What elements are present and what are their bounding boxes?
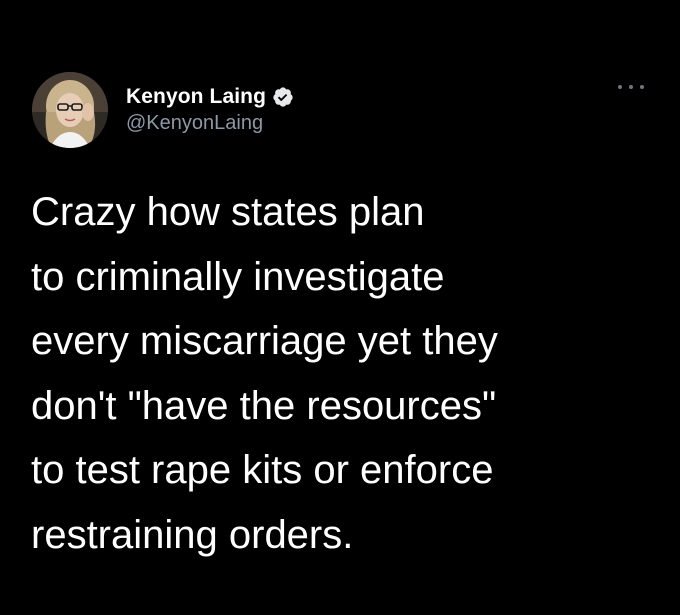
- author-names: Kenyon Laing @KenyonLaing: [126, 85, 294, 135]
- more-horizontal-icon[interactable]: [618, 82, 644, 92]
- profile-photo-icon: [32, 72, 108, 148]
- more-dot: [618, 85, 622, 89]
- more-dot: [629, 85, 633, 89]
- tweet-text: Crazy how states plan to criminally inve…: [31, 180, 661, 567]
- display-name-row: Kenyon Laing: [126, 85, 294, 109]
- display-name[interactable]: Kenyon Laing: [126, 85, 266, 109]
- avatar[interactable]: [32, 72, 108, 148]
- tweet-text-line: restraining orders.: [31, 512, 354, 557]
- tweet-text-line: to test rape kits or enforce: [31, 448, 494, 492]
- verified-badge-icon: [272, 86, 294, 108]
- tweet-header: Kenyon Laing @KenyonLaing: [32, 72, 294, 148]
- tweet-text-line: to criminally investigate: [31, 254, 445, 299]
- more-dot: [640, 85, 644, 89]
- tweet-text-line: Crazy how states plan: [31, 190, 425, 234]
- handle[interactable]: @KenyonLaing: [126, 112, 294, 135]
- tweet-text-line: don't "have the resources": [31, 383, 497, 428]
- tweet-card: Kenyon Laing @KenyonLaing Crazy how stat…: [0, 0, 680, 615]
- tweet-text-line: every miscarriage yet they: [31, 319, 498, 363]
